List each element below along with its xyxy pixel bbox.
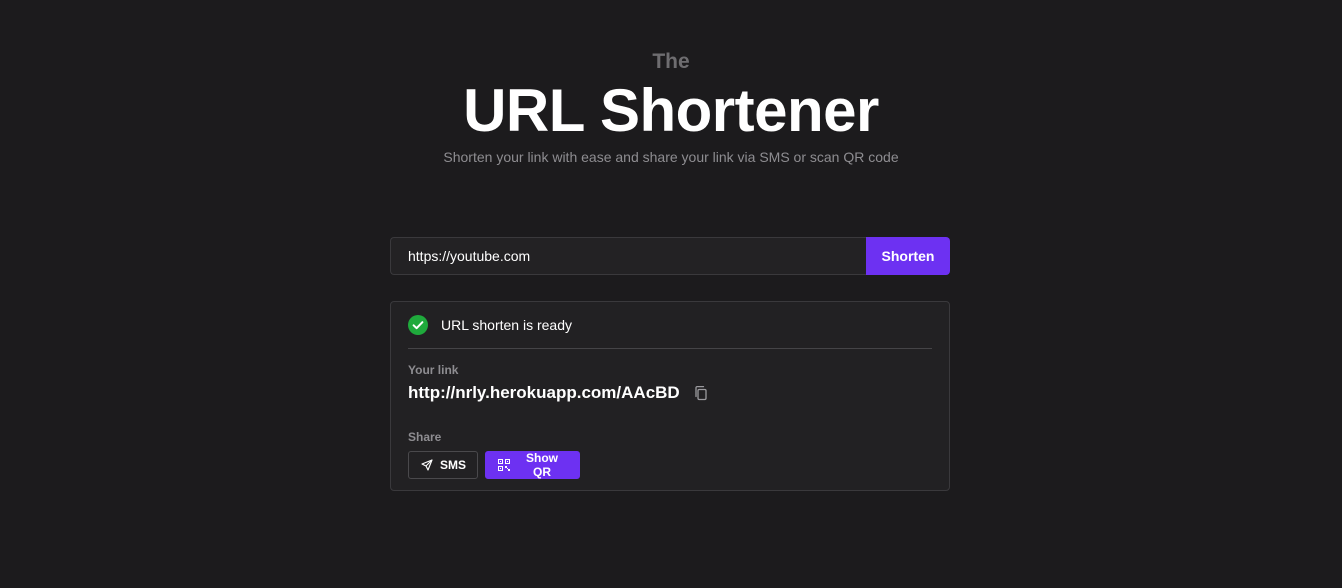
shorten-form: Shorten — [390, 237, 950, 275]
pre-title: The — [652, 50, 690, 73]
share-label: Share — [408, 430, 442, 444]
show-qr-button[interactable]: Show QR — [485, 451, 580, 479]
url-input[interactable] — [390, 237, 866, 275]
status-text: URL shorten is ready — [441, 317, 572, 333]
link-row: http://nrly.herokuapp.com/AAcBD — [408, 382, 932, 404]
page-title: URL Shortener — [463, 77, 879, 144]
hero: The URL Shortener Shorten your link with… — [0, 48, 1342, 166]
check-circle-icon — [408, 315, 428, 335]
status-row: URL shorten is ready — [408, 302, 932, 349]
send-icon — [421, 459, 433, 471]
qr-code-icon — [498, 459, 510, 471]
shorten-button[interactable]: Shorten — [866, 237, 950, 275]
result-card: URL shorten is ready Your link http://nr… — [390, 301, 950, 491]
short-link[interactable]: http://nrly.herokuapp.com/AAcBD — [408, 382, 680, 404]
share-buttons: SMS Show QR — [408, 451, 932, 479]
sms-button-label: SMS — [440, 458, 467, 472]
show-qr-button-label: Show QR — [526, 451, 558, 479]
copy-icon[interactable] — [693, 385, 709, 401]
page-subtitle: Shorten your link with ease and share yo… — [443, 149, 899, 165]
your-link-label: Your link — [408, 363, 459, 377]
sms-button[interactable]: SMS — [408, 451, 478, 479]
